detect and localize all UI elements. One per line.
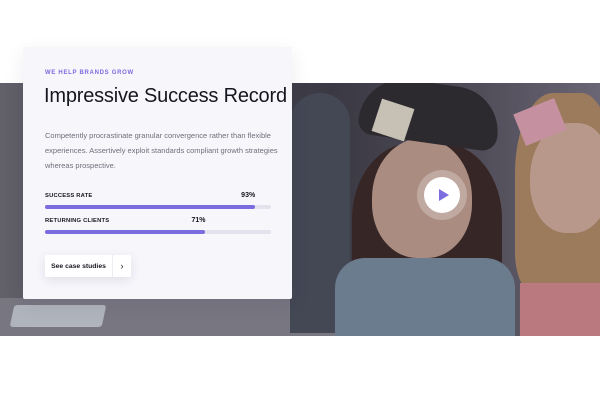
photo-woman-hat bbox=[356, 83, 504, 153]
success-record-card: WE HELP BRANDS GROW Impressive Success R… bbox=[23, 47, 292, 299]
section-eyebrow: WE HELP BRANDS GROW bbox=[45, 70, 134, 76]
section-title: Impressive Success Record bbox=[44, 85, 287, 107]
progress-track bbox=[45, 230, 271, 234]
stat-value: 71% bbox=[191, 217, 206, 224]
photo-sticky-note bbox=[371, 98, 415, 142]
stat-label: SUCCESS RATE bbox=[45, 193, 93, 199]
video-play-button[interactable] bbox=[424, 177, 460, 213]
progress-track bbox=[45, 205, 271, 209]
progress-fill bbox=[45, 230, 206, 234]
photo-woman-hair bbox=[352, 143, 502, 333]
play-icon bbox=[438, 189, 449, 201]
photo-girl-shirt bbox=[520, 283, 600, 336]
section-description: Competently procrastinate granular conve… bbox=[45, 131, 278, 170]
stat-value: 93% bbox=[241, 192, 256, 199]
photo-girl-hair bbox=[515, 93, 600, 293]
see-case-studies-button[interactable]: See case studies › bbox=[45, 255, 131, 277]
photo-pink-note bbox=[513, 97, 567, 147]
progress-fill bbox=[45, 205, 256, 209]
photo-laptop bbox=[9, 305, 107, 327]
photo-woman-shirt bbox=[335, 258, 515, 336]
photo-person-left bbox=[290, 93, 350, 333]
photo-girl-face bbox=[530, 123, 600, 233]
chevron-right-icon: › bbox=[120, 261, 124, 271]
cta-label: See case studies bbox=[51, 262, 106, 270]
stat-label: RETURNING CLIENTS bbox=[45, 218, 110, 224]
photo-table bbox=[0, 298, 360, 336]
